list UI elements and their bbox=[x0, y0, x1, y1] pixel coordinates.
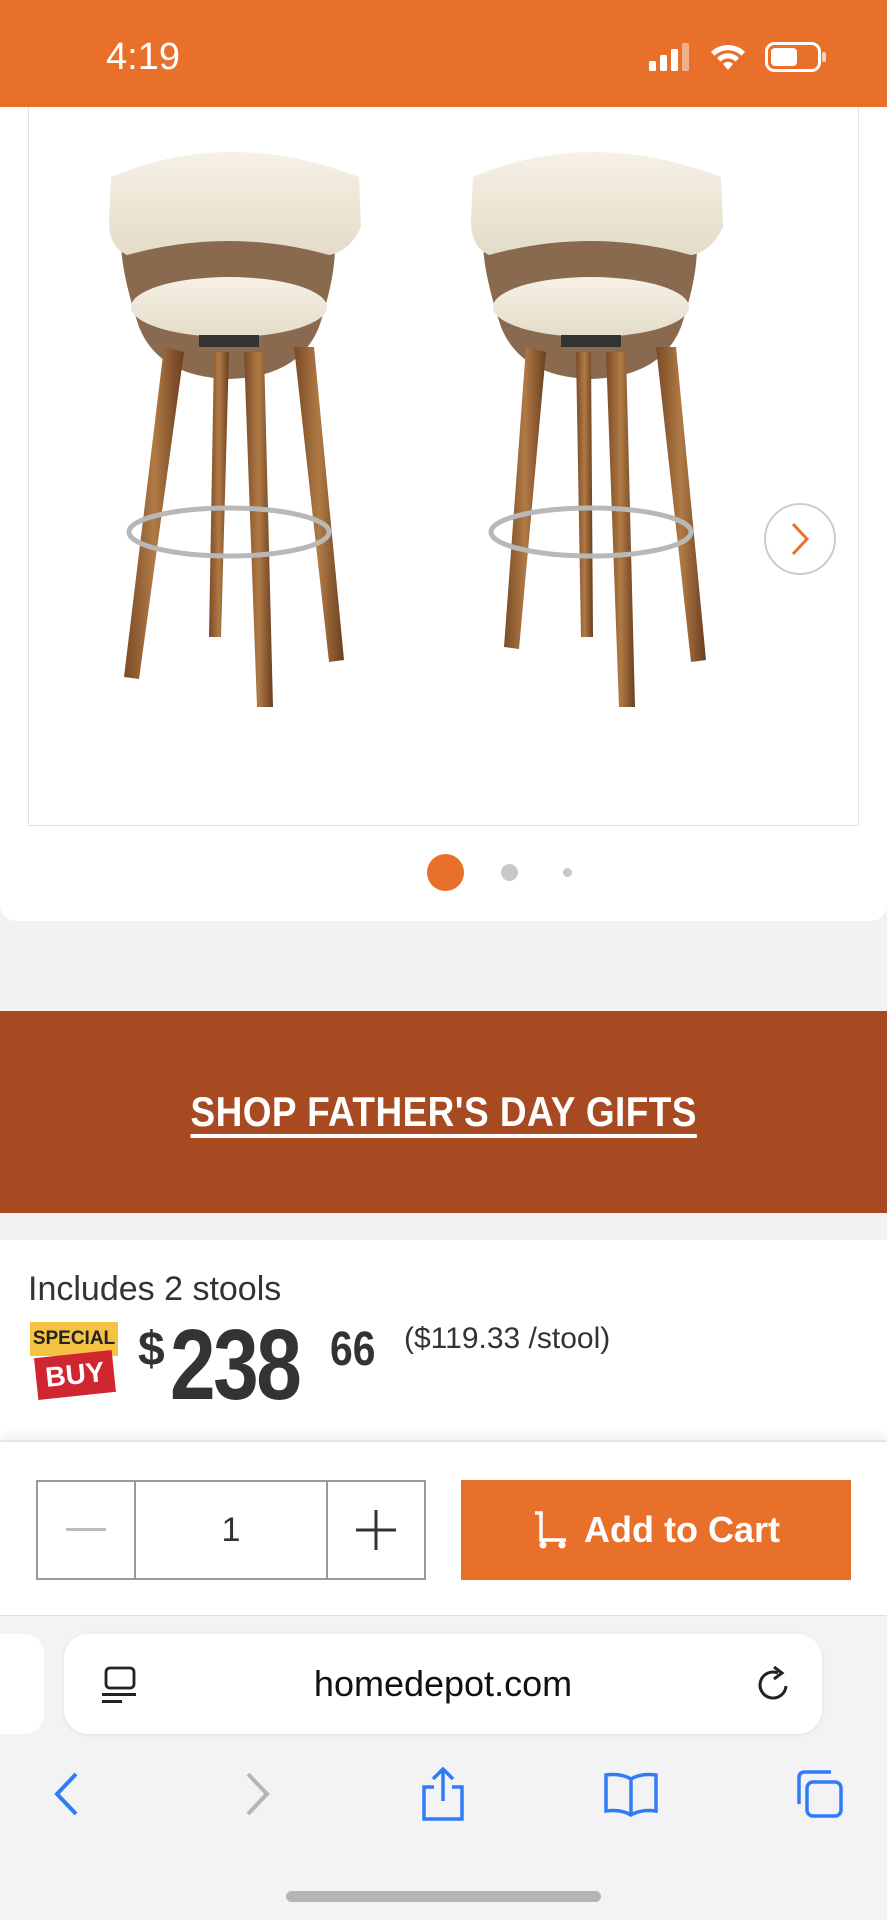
address-bar[interactable]: homedepot.com bbox=[64, 1634, 822, 1734]
back-icon bbox=[54, 1772, 78, 1816]
increment-button[interactable] bbox=[328, 1482, 424, 1578]
promo-banner: SHOP FATHER'S DAY GIFTS bbox=[0, 1011, 887, 1213]
includes-text: Includes 2 stools bbox=[28, 1270, 282, 1308]
tabs-icon bbox=[797, 1770, 843, 1818]
product-image[interactable] bbox=[28, 107, 859, 826]
add-to-cart-button[interactable]: Add to Cart bbox=[461, 1480, 851, 1580]
price-whole: 238 bbox=[170, 1309, 302, 1421]
stool-left bbox=[109, 152, 361, 707]
home-indicator bbox=[286, 1891, 601, 1902]
decrement-button[interactable] bbox=[38, 1482, 134, 1578]
dolly-cart-icon bbox=[535, 1511, 566, 1549]
forward-icon bbox=[246, 1772, 270, 1816]
add-to-cart-label: Add to Cart bbox=[584, 1509, 780, 1550]
minus-icon bbox=[66, 1528, 106, 1531]
cellular-signal-icon bbox=[649, 43, 689, 71]
forward-button[interactable] bbox=[228, 1764, 288, 1824]
price-currency: $ bbox=[138, 1323, 165, 1376]
back-button[interactable] bbox=[36, 1764, 96, 1824]
shop-fathers-day-link[interactable]: SHOP FATHER'S DAY GIFTS bbox=[190, 1088, 696, 1136]
share-button[interactable] bbox=[413, 1764, 473, 1824]
browser-chrome: homedepot.com bbox=[0, 1615, 887, 1920]
special-buy-badge: SPECIAL BUY bbox=[30, 1322, 118, 1400]
price-panel: Includes 2 stools SPECIAL BUY $ 238 66 (… bbox=[0, 1240, 887, 1440]
carousel-next-button[interactable] bbox=[764, 503, 836, 575]
url-text: homedepot.com bbox=[313, 1663, 573, 1704]
status-bar: 4:19 bbox=[0, 0, 887, 107]
special-buy-bottom: BUY bbox=[34, 1350, 116, 1400]
wifi-icon bbox=[711, 44, 745, 70]
carousel-dot-active[interactable] bbox=[427, 854, 464, 891]
status-time: 4:19 bbox=[106, 36, 180, 78]
bar-stools-illustration bbox=[109, 152, 723, 707]
previous-tab-edge[interactable] bbox=[0, 1634, 44, 1734]
bookmarks-button[interactable] bbox=[601, 1764, 661, 1824]
bookmarks-icon bbox=[604, 1772, 658, 1817]
carousel-dot[interactable] bbox=[563, 868, 572, 877]
quantity-stepper: 1 bbox=[36, 1480, 426, 1580]
tabs-button[interactable] bbox=[789, 1764, 849, 1824]
product-image-panel bbox=[0, 107, 887, 921]
carousel-dot[interactable] bbox=[501, 864, 518, 881]
stool-right bbox=[471, 152, 723, 707]
share-icon bbox=[422, 1767, 464, 1821]
carousel-dots bbox=[0, 853, 887, 893]
price-cents: 66 bbox=[330, 1323, 376, 1376]
unit-price: ($119.33 /stool) bbox=[404, 1322, 611, 1355]
quantity-input[interactable]: 1 bbox=[134, 1482, 328, 1578]
add-to-cart-bar: 1 Add to Cart bbox=[0, 1441, 887, 1615]
status-icons bbox=[649, 42, 827, 72]
plus-icon bbox=[356, 1510, 396, 1550]
reload-icon[interactable] bbox=[754, 1664, 792, 1704]
chevron-right-icon bbox=[791, 522, 810, 556]
battery-icon bbox=[765, 42, 826, 72]
